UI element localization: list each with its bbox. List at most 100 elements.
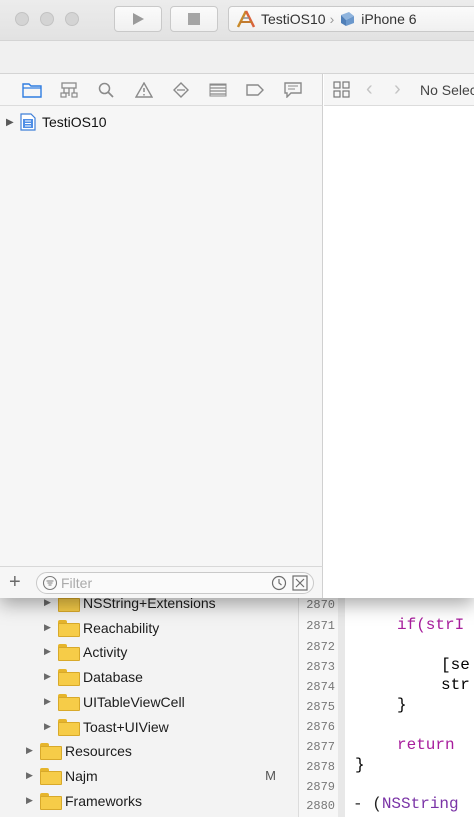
file-group-row[interactable]: ▶ Resources bbox=[26, 738, 132, 763]
breakpoint-navigator-icon[interactable] bbox=[245, 81, 265, 99]
warning-icon[interactable] bbox=[134, 81, 154, 99]
report-navigator-icon[interactable] bbox=[283, 81, 303, 99]
jump-bar-path[interactable]: No Selection bbox=[420, 82, 474, 98]
line-number: 2879 bbox=[306, 780, 335, 794]
line-number: 2878 bbox=[306, 760, 335, 774]
screen: ▶ NSString+Extensions ▶ Reachability ▶ Acti… bbox=[0, 0, 474, 817]
navigator-selector-bar bbox=[0, 74, 323, 106]
folder-icon bbox=[40, 768, 62, 785]
forward-chevron-icon[interactable]: › bbox=[394, 78, 401, 101]
line-number: 2874 bbox=[306, 680, 335, 694]
code-editor-background[interactable]: if(strI [se str } return } - (NSString bbox=[345, 590, 474, 817]
simulator-device-icon bbox=[341, 12, 355, 26]
file-group-row[interactable]: ▶ Database bbox=[44, 664, 143, 689]
filter-field[interactable] bbox=[36, 572, 314, 594]
code-line: } bbox=[397, 696, 407, 714]
file-group-label: UITableViewCell bbox=[83, 693, 185, 710]
code-line: return bbox=[397, 736, 455, 754]
run-button[interactable] bbox=[114, 6, 162, 32]
disclosure-triangle-icon[interactable]: ▶ bbox=[44, 597, 56, 608]
chevron-right-icon: › bbox=[329, 11, 335, 27]
file-group-row[interactable]: ▶ Activity bbox=[44, 639, 127, 664]
test-navigator-icon[interactable] bbox=[171, 81, 191, 99]
code-token: NSString bbox=[381, 795, 459, 813]
disclosure-triangle-icon[interactable]: ▶ bbox=[44, 721, 56, 732]
add-file-plus-icon[interactable]: + bbox=[9, 572, 21, 592]
disclosure-triangle-icon[interactable]: ▶ bbox=[26, 770, 38, 781]
project-navigator: ▶ TestiOS10 bbox=[0, 106, 323, 566]
disclosure-triangle-icon[interactable]: ▶ bbox=[26, 745, 38, 756]
file-group-label: Database bbox=[83, 668, 143, 685]
filter-icon bbox=[42, 575, 58, 591]
file-group-label: Toast+UIView bbox=[83, 718, 169, 735]
folder-icon bbox=[58, 669, 80, 686]
file-group-row[interactable]: ▶ Frameworks bbox=[26, 788, 142, 813]
disclosure-triangle-icon[interactable]: ▶ bbox=[44, 622, 56, 633]
search-icon[interactable] bbox=[96, 81, 116, 99]
window-tab-bar bbox=[0, 40, 474, 74]
editor-jump-bar: ‹ › No Selection bbox=[324, 74, 474, 106]
device-name[interactable]: iPhone 6 bbox=[361, 11, 416, 27]
code-line: [se bbox=[441, 656, 470, 674]
editor-area[interactable] bbox=[324, 106, 474, 598]
file-group-row[interactable]: ▶ Toast+UIView bbox=[44, 714, 169, 739]
line-number: 2873 bbox=[306, 660, 335, 674]
play-icon bbox=[133, 13, 144, 25]
disclosure-triangle-icon[interactable]: ▶ bbox=[26, 795, 38, 806]
code-token: - ( bbox=[353, 795, 382, 813]
scheme-name[interactable]: TestiOS10 bbox=[261, 11, 326, 27]
source-control-filter-icon[interactable] bbox=[292, 575, 308, 591]
scheme-selector[interactable]: TestiOS10 › iPhone 6 bbox=[228, 6, 474, 32]
zoom-window-button[interactable] bbox=[65, 12, 79, 26]
code-line: if(strI bbox=[397, 616, 465, 634]
folder-icon bbox=[58, 620, 80, 637]
file-group-label: Reachability bbox=[83, 619, 160, 636]
related-items-grid-icon[interactable] bbox=[333, 81, 351, 99]
file-group-row[interactable]: ▶ Najm M bbox=[26, 763, 276, 788]
line-number: 2872 bbox=[306, 640, 335, 654]
project-name[interactable]: TestiOS10 bbox=[42, 114, 107, 130]
line-number: 2876 bbox=[306, 720, 335, 734]
app-target-icon bbox=[236, 10, 256, 28]
disclosure-triangle-icon[interactable]: ▶ bbox=[44, 671, 56, 682]
file-group-label: Resources bbox=[65, 742, 132, 759]
code-line: - (NSString bbox=[353, 795, 459, 813]
xcode-window: TestiOS10 › iPhone 6 ▶ TestiOS10 + Filte… bbox=[0, 0, 474, 598]
code-line: } bbox=[355, 756, 365, 774]
project-file-icon bbox=[20, 113, 36, 131]
minimize-window-button[interactable] bbox=[40, 12, 54, 26]
folder-icon bbox=[40, 743, 62, 760]
line-number: 2877 bbox=[306, 740, 335, 754]
code-folding-ribbon[interactable] bbox=[338, 590, 345, 817]
folder-icon bbox=[58, 694, 80, 711]
disclosure-triangle-icon[interactable]: ▶ bbox=[44, 646, 56, 657]
file-group-row[interactable]: ▶ UITableViewCell bbox=[44, 689, 185, 714]
navigator-filter-bar: + bbox=[0, 566, 323, 598]
disclosure-triangle-icon[interactable]: ▶ bbox=[44, 696, 56, 707]
file-group-label: Frameworks bbox=[65, 792, 143, 809]
filter-input[interactable] bbox=[61, 575, 261, 591]
line-number: 2870 bbox=[306, 598, 335, 612]
file-group-label: Activity bbox=[83, 643, 128, 660]
stop-button[interactable] bbox=[170, 6, 218, 32]
debug-navigator-icon[interactable] bbox=[208, 81, 228, 99]
line-number: 2871 bbox=[306, 619, 335, 633]
file-group-label: Najm bbox=[65, 767, 98, 784]
folder-icon bbox=[58, 644, 80, 661]
project-row[interactable]: ▶ TestiOS10 bbox=[6, 112, 107, 132]
source-control-badge: M bbox=[265, 768, 276, 783]
project-navigator-folder-icon[interactable] bbox=[22, 81, 42, 99]
stop-icon bbox=[188, 13, 200, 25]
folder-icon bbox=[40, 793, 62, 810]
code-line: str bbox=[441, 676, 470, 694]
close-window-button[interactable] bbox=[15, 12, 29, 26]
disclosure-triangle-icon[interactable]: ▶ bbox=[6, 117, 20, 128]
window-toolbar: TestiOS10 › iPhone 6 bbox=[0, 0, 474, 40]
symbol-navigator-icon[interactable] bbox=[59, 81, 79, 99]
back-chevron-icon[interactable]: ‹ bbox=[366, 78, 373, 101]
file-group-row[interactable]: ▶ Reachability bbox=[44, 615, 159, 640]
recent-files-clock-icon[interactable] bbox=[271, 575, 287, 591]
background-file-navigator: ▶ NSString+Extensions ▶ Reachability ▶ Acti… bbox=[0, 590, 298, 817]
line-number: 2875 bbox=[306, 700, 335, 714]
folder-icon bbox=[58, 719, 80, 736]
